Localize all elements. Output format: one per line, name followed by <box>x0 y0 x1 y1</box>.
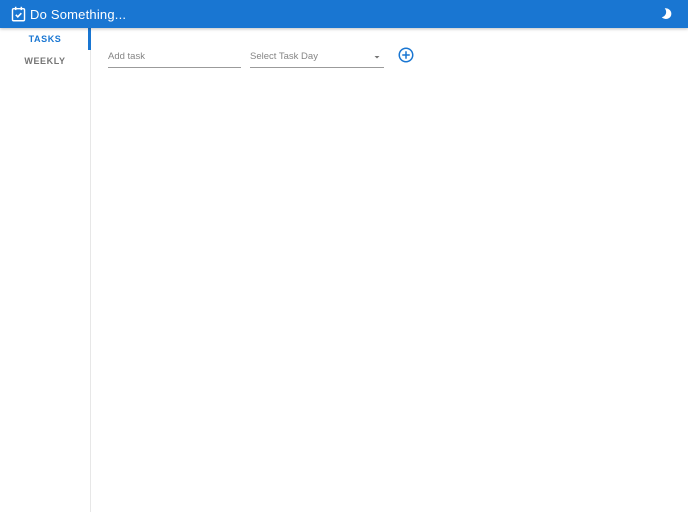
tab-weekly-label: WEEKLY <box>24 56 66 66</box>
app-title: Do Something... <box>30 6 127 22</box>
sidebar-tabs: TASKS WEEKLY <box>0 28 91 512</box>
task-day-select[interactable]: Select Task Day <box>250 48 384 68</box>
calendar-check-icon <box>10 5 27 23</box>
add-circle-outline-icon <box>397 46 415 64</box>
arrow-drop-down-icon <box>371 51 383 63</box>
main-content: Select Task Day <box>92 28 688 512</box>
task-day-select-value: Select Task Day <box>250 51 318 62</box>
tab-weekly[interactable]: WEEKLY <box>0 50 90 72</box>
add-task-input[interactable] <box>108 48 241 68</box>
moon-icon <box>659 6 675 22</box>
theme-toggle-button[interactable] <box>653 0 681 28</box>
tab-tasks[interactable]: TASKS <box>0 28 91 50</box>
tab-selected-indicator <box>88 28 91 50</box>
add-task-button[interactable] <box>397 46 415 64</box>
app-bar: Do Something... <box>0 0 688 28</box>
add-task-form: Select Task Day <box>108 46 688 68</box>
tab-tasks-label: TASKS <box>28 34 62 44</box>
